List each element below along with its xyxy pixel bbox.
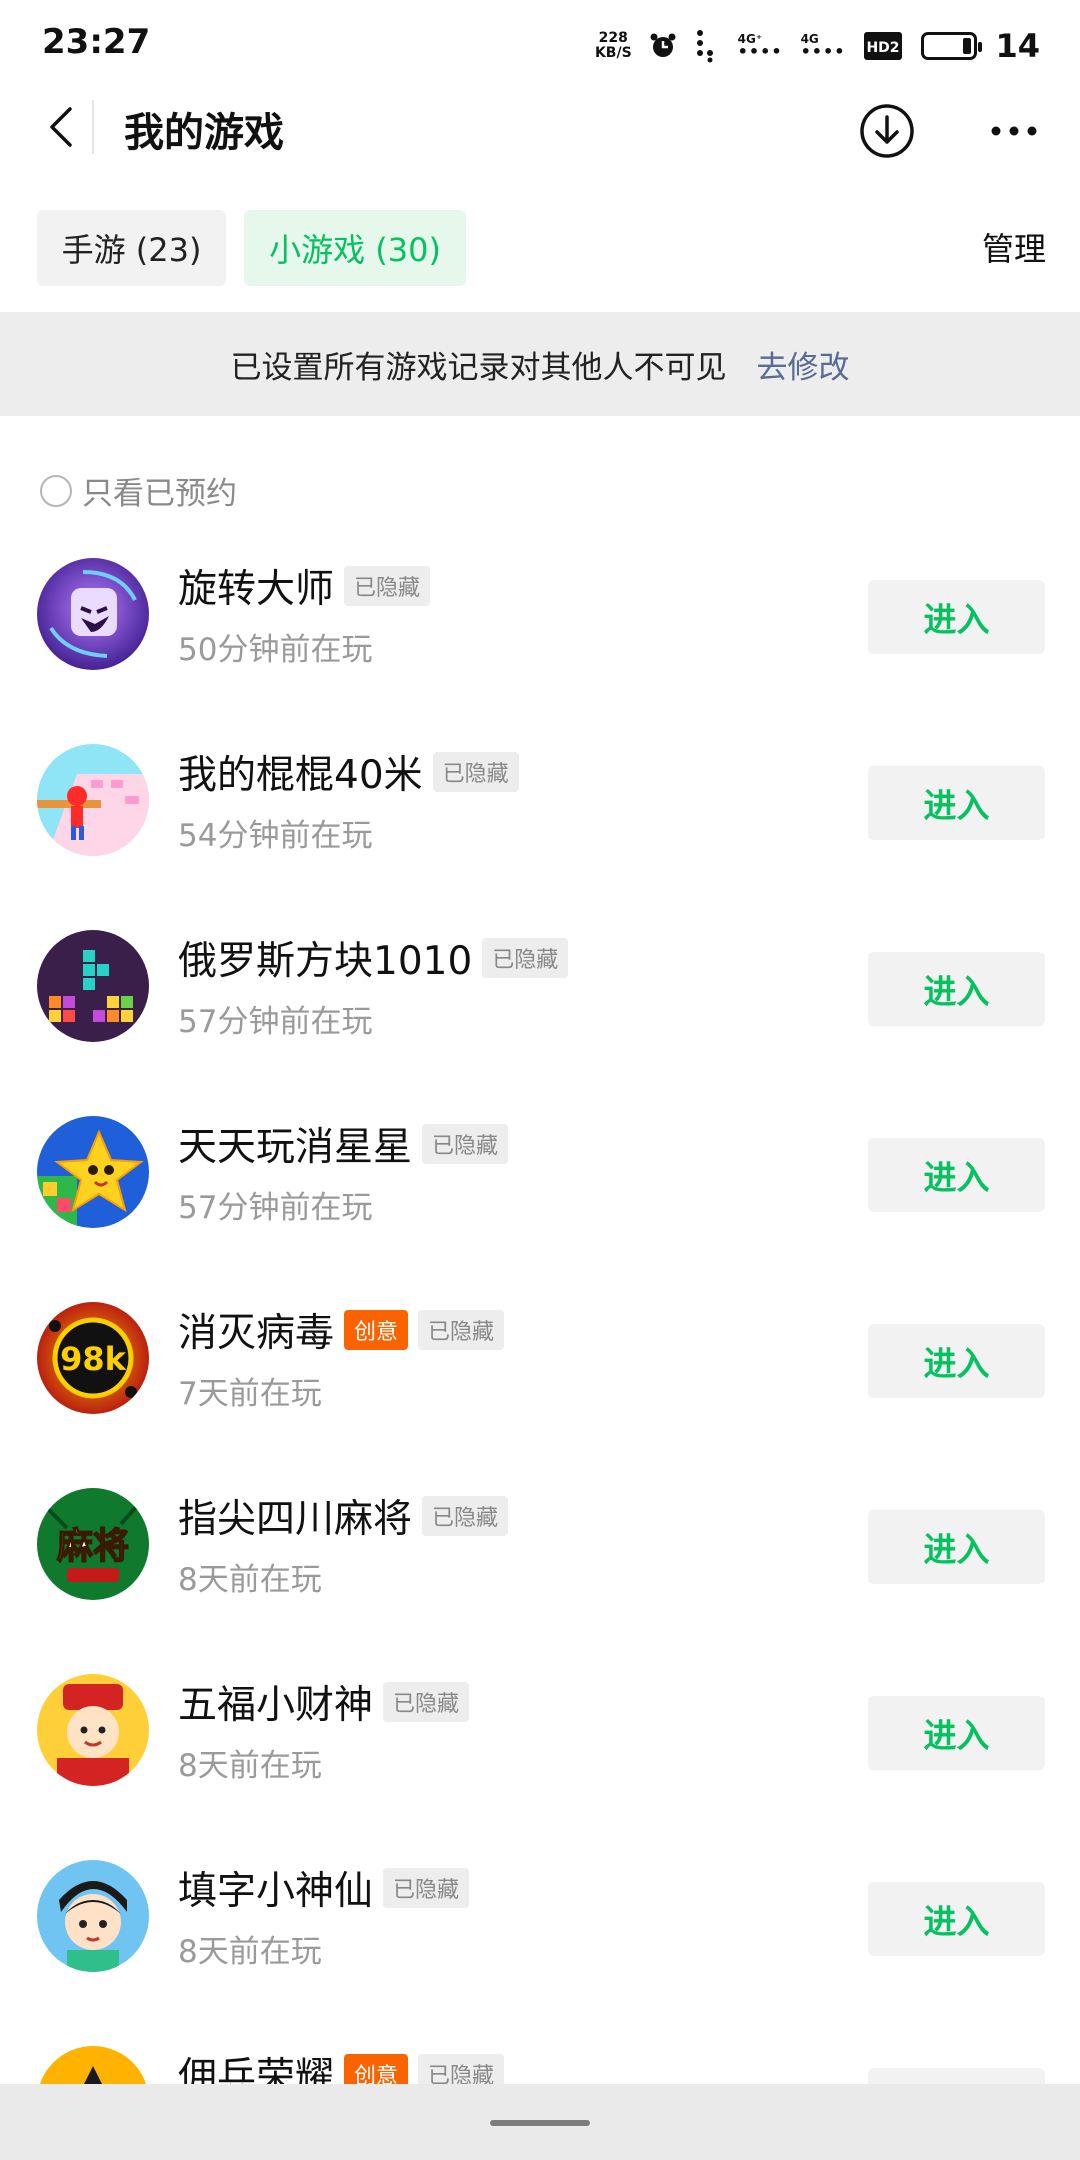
nav-divider: [92, 100, 94, 154]
game-name: 五福小财神: [178, 1683, 374, 1728]
game-row[interactable]: 旋转大师 已隐藏 50分钟前在玩 进入: [0, 546, 1080, 732]
spinner-master-icon: [37, 558, 149, 670]
star-pop-icon: [37, 1116, 149, 1228]
nav-bar: 我的游戏: [0, 92, 1080, 224]
svg-text:98k: 98k: [60, 1340, 127, 1378]
game-name: 天天玩消星星: [178, 1125, 413, 1170]
category-tabs: 手游 (23) 小游戏 (30) 管理: [0, 210, 1080, 290]
manage-button[interactable]: 管理: [982, 224, 1046, 270]
game-name: 填字小神仙: [178, 1869, 374, 1914]
word-fairy-icon: [37, 1860, 149, 1972]
last-played-time: 54分钟前在玩: [178, 818, 373, 854]
svg-text:麻将: 麻将: [57, 1526, 129, 1567]
network-speed: 228 KB/S: [595, 31, 632, 61]
hidden-badge: 已隐藏: [422, 1124, 509, 1164]
enter-button[interactable]: 进入: [868, 766, 1045, 840]
game-name: 俄罗斯方块1010: [178, 939, 473, 984]
page-title: 我的游戏: [124, 110, 284, 156]
alarm-icon: [650, 33, 676, 57]
home-indicator[interactable]: [490, 2120, 590, 2126]
last-played-time: 50分钟前在玩: [178, 632, 373, 668]
game-row[interactable]: 98k 消灭病毒 创意 已隐藏 7天前在玩 进入: [0, 1290, 1080, 1476]
hidden-badge: 已隐藏: [383, 1682, 470, 1722]
network-speed-unit: KB/S: [594, 45, 632, 61]
enter-button[interactable]: 进入: [868, 1882, 1045, 1956]
reserved-only-label: 只看已预约: [82, 476, 237, 512]
game-name: 指尖四川麻将: [178, 1497, 413, 1542]
last-played-time: 57分钟前在玩: [178, 1190, 373, 1226]
creative-badge: 创意: [344, 1310, 409, 1350]
hidden-badge: 已隐藏: [383, 1868, 470, 1908]
hd-label: HD2: [867, 40, 900, 56]
last-played-time: 8天前在玩: [178, 1934, 322, 1970]
radio-circle-icon[interactable]: [40, 474, 72, 507]
gesture-bar: [0, 2084, 1080, 2160]
enter-button[interactable]: 进入: [868, 1510, 1045, 1584]
game-row[interactable]: 天天玩消星星 已隐藏 57分钟前在玩 进入: [0, 1104, 1080, 1290]
last-played-time: 8天前在玩: [178, 1562, 322, 1598]
game-name: 消灭病毒: [178, 1311, 335, 1356]
game-row[interactable]: 俄罗斯方块1010 已隐藏 57分钟前在玩 进入: [0, 918, 1080, 1104]
tab-mini-games[interactable]: 小游戏 (30): [244, 210, 466, 286]
enter-button[interactable]: 进入: [868, 1696, 1045, 1770]
hd-icon: HD2: [864, 32, 903, 60]
more-icon[interactable]: [982, 106, 1046, 156]
status-bar: 23:27 228 KB/S 4G⁺ •••• 4G •••• HD2 14: [0, 0, 1080, 92]
block-puzzle-icon: [37, 930, 149, 1042]
hidden-badge: 已隐藏: [344, 566, 431, 606]
hidden-badge: 已隐藏: [418, 1310, 505, 1350]
reserved-only-filter[interactable]: 只看已预约: [40, 468, 237, 513]
signal-2-icon: 4G ••••: [800, 32, 846, 61]
privacy-modify-link[interactable]: 去修改: [757, 342, 850, 387]
download-icon[interactable]: [858, 102, 916, 160]
enter-button[interactable]: 进入: [868, 952, 1045, 1026]
game-row[interactable]: 麻将 指尖四川麻将 已隐藏 8天前在玩 进入: [0, 1476, 1080, 1662]
back-button[interactable]: [26, 92, 96, 162]
privacy-notice: 已设置所有游戏记录对其他人不可见 去修改: [0, 312, 1080, 416]
game-row[interactable]: 填字小神仙 已隐藏 8天前在玩 进入: [0, 1848, 1080, 2034]
last-played-time: 57分钟前在玩: [178, 1004, 373, 1040]
network-speed-value: 228: [598, 30, 628, 46]
battery-icon: [921, 32, 983, 60]
fortune-god-icon: [37, 1674, 149, 1786]
tab-mobile-games[interactable]: 手游 (23): [37, 210, 226, 286]
hidden-badge: 已隐藏: [482, 938, 569, 978]
game-name: 旋转大师: [178, 567, 335, 612]
last-played-time: 8天前在玩: [178, 1748, 322, 1784]
vibrate-icon: [696, 30, 713, 63]
mahjong-icon: 麻将: [37, 1488, 149, 1600]
enter-button[interactable]: 进入: [868, 1324, 1045, 1398]
game-row[interactable]: 五福小财神 已隐藏 8天前在玩 进入: [0, 1662, 1080, 1848]
signal-1-icon: 4G⁺ ••••: [737, 32, 783, 61]
status-icons: 228 KB/S 4G⁺ •••• 4G •••• HD2 14: [595, 24, 1040, 68]
enter-button[interactable]: 进入: [868, 1138, 1045, 1212]
privacy-notice-text: 已设置所有游戏记录对其他人不可见: [230, 349, 727, 386]
virus-98k-icon: 98k: [37, 1302, 149, 1414]
hidden-badge: 已隐藏: [422, 1496, 509, 1536]
hidden-badge: 已隐藏: [432, 752, 519, 792]
stick-runner-icon: [37, 744, 149, 856]
last-played-time: 7天前在玩: [178, 1376, 322, 1412]
battery-level: 14: [995, 27, 1040, 65]
game-row[interactable]: 我的棍棍40米 已隐藏 54分钟前在玩 进入: [0, 732, 1080, 918]
game-name: 我的棍棍40米: [178, 753, 423, 798]
chevron-left-icon: [50, 107, 72, 147]
status-time: 23:27: [42, 22, 151, 62]
enter-button[interactable]: 进入: [868, 580, 1045, 654]
